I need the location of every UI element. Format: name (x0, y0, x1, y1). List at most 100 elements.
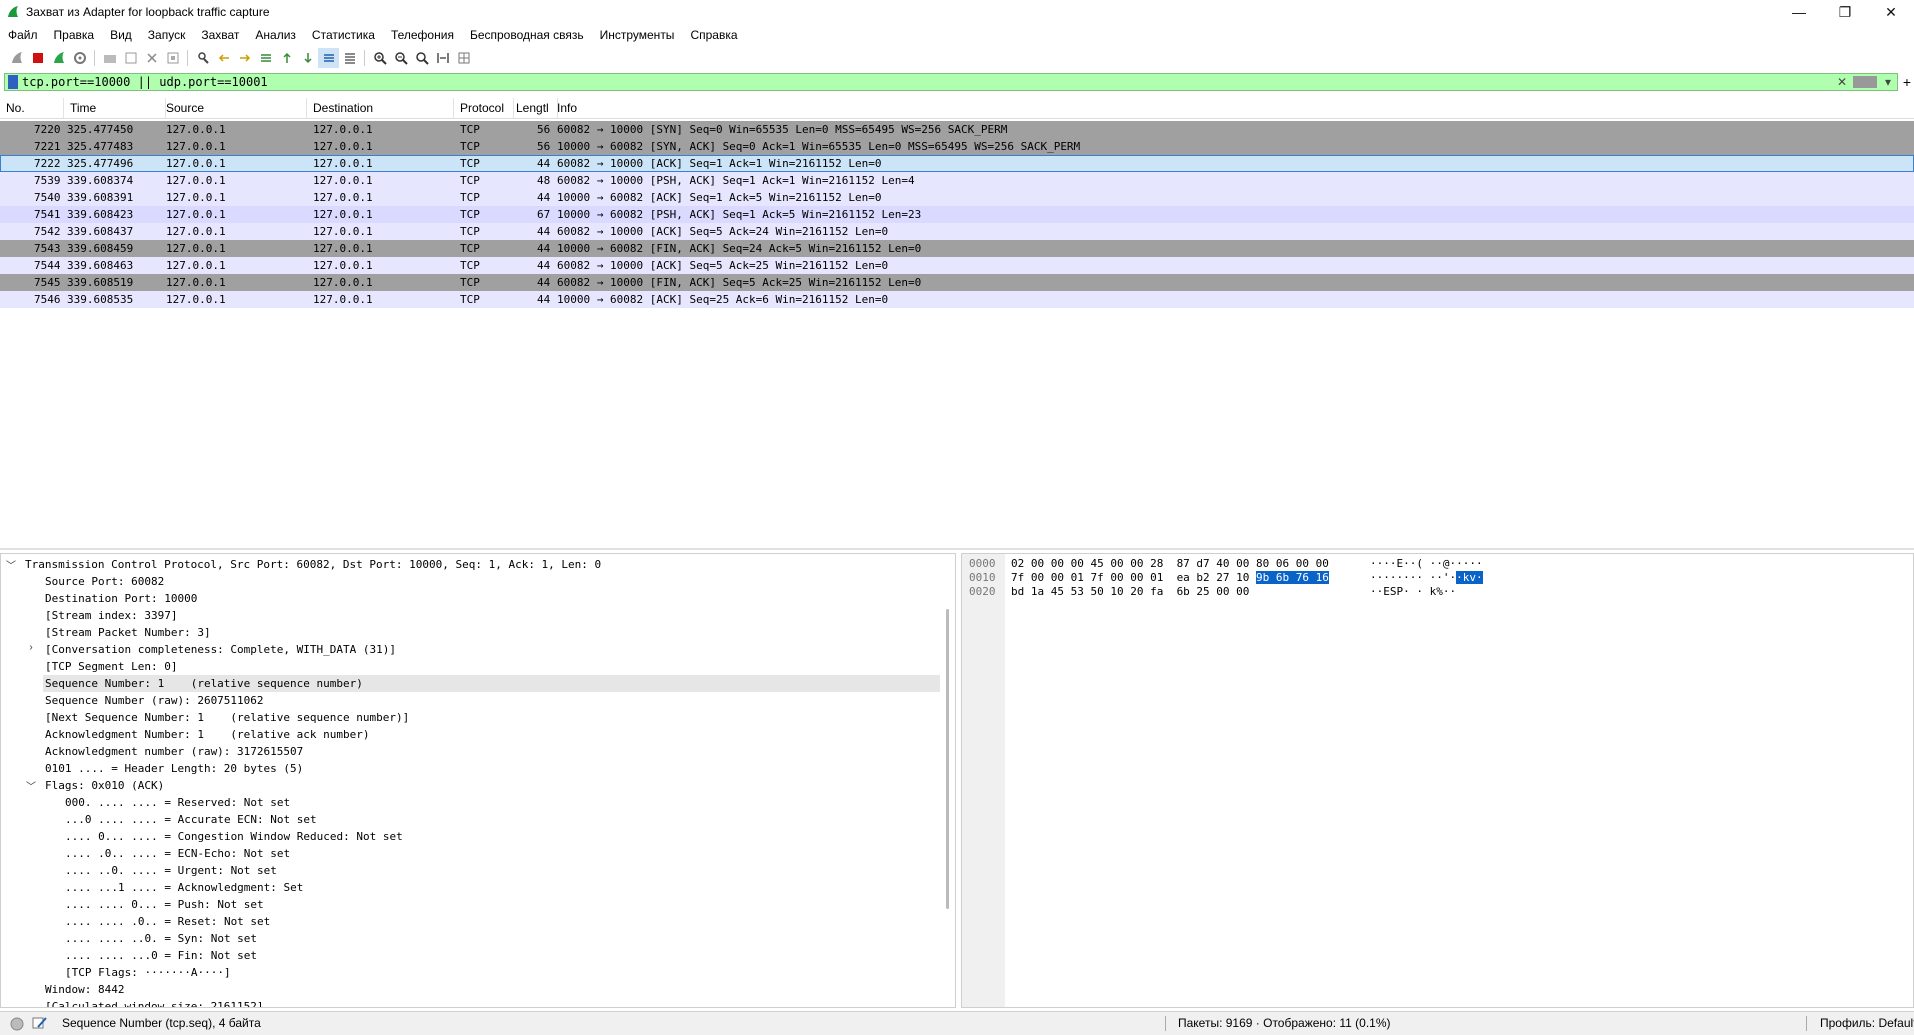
tree-item[interactable]: .... ..0. .... = Urgent: Not set (65, 862, 277, 879)
display-filter-input[interactable]: tcp.port==10000 || udp.port==10001 (22, 75, 1833, 89)
tree-item[interactable]: 0101 .... = Header Length: 20 bytes (5) (45, 760, 303, 777)
start-capture-icon[interactable] (6, 48, 27, 68)
tree-item[interactable]: [Next Sequence Number: 1 (relative seque… (45, 709, 409, 726)
tree-item[interactable]: .... .... .0.. = Reset: Not set (65, 913, 270, 930)
layout-grid-icon[interactable] (453, 48, 474, 68)
tree-item[interactable]: .... .0.. .... = ECN-Echo: Not set (65, 845, 290, 862)
column-time[interactable]: Time (64, 98, 166, 118)
tree-item[interactable]: ...0 .... .... = Accurate ECN: Not set (65, 811, 317, 828)
table-row[interactable]: 7221 325.477483 127.0.0.1 127.0.0.1 TCP … (0, 138, 1914, 155)
zoom-in-icon[interactable] (369, 48, 390, 68)
tree-item-tcp[interactable]: Transmission Control Protocol, Src Port:… (25, 556, 601, 573)
zoom-out-icon[interactable] (390, 48, 411, 68)
menu-view[interactable]: Вид (102, 28, 140, 42)
menu-help[interactable]: Справка (682, 28, 745, 42)
hex-row[interactable]: 7f 00 00 01 7f 00 00 01 ea b2 27 10 9b 6… (1011, 571, 1329, 585)
hex-row[interactable]: bd 1a 45 53 50 10 20 fa 6b 25 00 00 (1011, 585, 1249, 599)
clear-filter-icon[interactable]: ✕ (1833, 74, 1851, 90)
tree-item-selected[interactable]: Sequence Number: 1 (relative sequence nu… (43, 675, 940, 692)
tree-item-flags[interactable]: Flags: 0x010 (ACK) (45, 777, 164, 794)
restart-capture-icon[interactable] (48, 48, 69, 68)
ascii-row[interactable]: ····E··( ··@····· (1370, 557, 1483, 571)
table-row[interactable]: 7543 339.608459 127.0.0.1 127.0.0.1 TCP … (0, 240, 1914, 257)
column-protocol[interactable]: Protocol (454, 98, 514, 118)
tree-item[interactable]: .... .... ...0 = Fin: Not set (65, 947, 257, 964)
hex-row[interactable]: 02 00 00 00 45 00 00 28 87 d7 40 00 80 0… (1011, 557, 1329, 571)
table-row[interactable]: 7542 339.608437 127.0.0.1 127.0.0.1 TCP … (0, 223, 1914, 240)
status-profile[interactable]: Профиль: Default (1820, 1016, 1914, 1030)
go-back-icon[interactable] (213, 48, 234, 68)
zoom-normal-icon[interactable] (411, 48, 432, 68)
table-row[interactable]: 7541 339.608423 127.0.0.1 127.0.0.1 TCP … (0, 206, 1914, 223)
go-forward-icon[interactable] (234, 48, 255, 68)
colorize-icon[interactable] (339, 48, 360, 68)
menu-tools[interactable]: Инструменты (592, 28, 683, 42)
tree-item[interactable]: Window: 8442 (45, 981, 124, 998)
tree-item[interactable]: [TCP Segment Len: 0] (45, 658, 177, 675)
apply-filter-icon[interactable] (1853, 76, 1877, 88)
menu-file[interactable]: Файл (0, 28, 46, 42)
tree-item[interactable]: [Conversation completeness: Complete, WI… (45, 641, 396, 658)
chevron-down-icon[interactable]: ﹀ (5, 557, 17, 572)
tree-item[interactable]: .... .... ..0. = Syn: Not set (65, 930, 257, 947)
tree-item[interactable]: Sequence Number (raw): 2607511062 (45, 692, 264, 709)
add-filter-button-icon[interactable]: + (1900, 74, 1914, 90)
tree-item[interactable]: Acknowledgment Number: 1 (relative ack n… (45, 726, 370, 743)
tree-item[interactable]: [TCP Flags: ·······A····] (65, 964, 231, 981)
cell-destination: 127.0.0.1 (313, 123, 373, 136)
column-info[interactable]: Info (551, 98, 1914, 118)
table-row[interactable]: 7540 339.608391 127.0.0.1 127.0.0.1 TCP … (0, 189, 1914, 206)
ascii-row[interactable]: ··ESP· · k%·· (1370, 585, 1456, 599)
table-row[interactable]: 7546 339.608535 127.0.0.1 127.0.0.1 TCP … (0, 291, 1914, 308)
tree-item[interactable]: [Stream Packet Number: 3] (45, 624, 211, 641)
autoscroll-icon[interactable] (318, 48, 339, 68)
go-to-packet-icon[interactable] (255, 48, 276, 68)
stop-capture-icon[interactable] (27, 48, 48, 68)
column-source[interactable]: Source (160, 98, 307, 118)
menu-wireless[interactable]: Беспроводная связь (462, 28, 592, 42)
bookmark-icon[interactable] (8, 75, 18, 89)
save-file-icon[interactable] (120, 48, 141, 68)
ascii-row[interactable]: ········ ··'··kv· (1370, 571, 1483, 585)
pane-splitter[interactable] (0, 548, 1914, 550)
table-row[interactable]: 7544 339.608463 127.0.0.1 127.0.0.1 TCP … (0, 257, 1914, 274)
minimize-button[interactable]: — (1776, 0, 1822, 24)
open-file-icon[interactable] (99, 48, 120, 68)
resize-columns-icon[interactable] (432, 48, 453, 68)
tree-item[interactable]: Destination Port: 10000 (45, 590, 197, 607)
menu-analyze[interactable]: Анализ (247, 28, 304, 42)
table-row[interactable]: 7545 339.608519 127.0.0.1 127.0.0.1 TCP … (0, 274, 1914, 291)
tree-item[interactable]: [Calculated window size: 2161152] (45, 998, 264, 1007)
column-destination[interactable]: Destination (307, 98, 454, 118)
expert-info-icon[interactable] (10, 1017, 24, 1031)
tree-item[interactable]: .... ...1 .... = Acknowledgment: Set (65, 879, 303, 896)
filter-dropdown-icon[interactable]: ▾ (1879, 74, 1897, 90)
table-row[interactable]: 7220 325.477450 127.0.0.1 127.0.0.1 TCP … (0, 121, 1914, 138)
menu-edit[interactable]: Правка (46, 28, 103, 42)
menu-go[interactable]: Запуск (140, 28, 194, 42)
table-row[interactable]: 7539 339.608374 127.0.0.1 127.0.0.1 TCP … (0, 172, 1914, 189)
find-packet-icon[interactable] (192, 48, 213, 68)
last-packet-icon[interactable] (297, 48, 318, 68)
capture-options-icon[interactable] (69, 48, 90, 68)
details-scrollbar[interactable] (946, 609, 949, 909)
menu-telephony[interactable]: Телефония (383, 28, 462, 42)
tree-item[interactable]: [Stream index: 3397] (45, 607, 177, 624)
tree-item[interactable]: 000. .... .... = Reserved: Not set (65, 794, 290, 811)
tree-item[interactable]: Acknowledgment number (raw): 3172615507 (45, 743, 303, 760)
capture-comment-icon[interactable] (32, 1016, 48, 1030)
chevron-right-icon[interactable]: › (25, 642, 37, 653)
close-button[interactable]: ✕ (1868, 0, 1914, 24)
chevron-down-icon[interactable]: ﹀ (25, 778, 37, 793)
tree-item[interactable]: Source Port: 60082 (45, 573, 164, 590)
table-row-selected[interactable]: 7222 325.477496 127.0.0.1 127.0.0.1 TCP … (0, 155, 1914, 172)
column-no[interactable]: No. (0, 98, 64, 118)
tree-item[interactable]: .... 0... .... = Congestion Window Reduc… (65, 828, 403, 845)
tree-item[interactable]: .... .... 0... = Push: Not set (65, 896, 264, 913)
menu-capture[interactable]: Захват (193, 28, 247, 42)
close-file-icon[interactable] (141, 48, 162, 68)
first-packet-icon[interactable] (276, 48, 297, 68)
maximize-button[interactable]: ❐ (1822, 0, 1868, 24)
menu-statistics[interactable]: Статистика (304, 28, 383, 42)
reload-file-icon[interactable] (162, 48, 183, 68)
